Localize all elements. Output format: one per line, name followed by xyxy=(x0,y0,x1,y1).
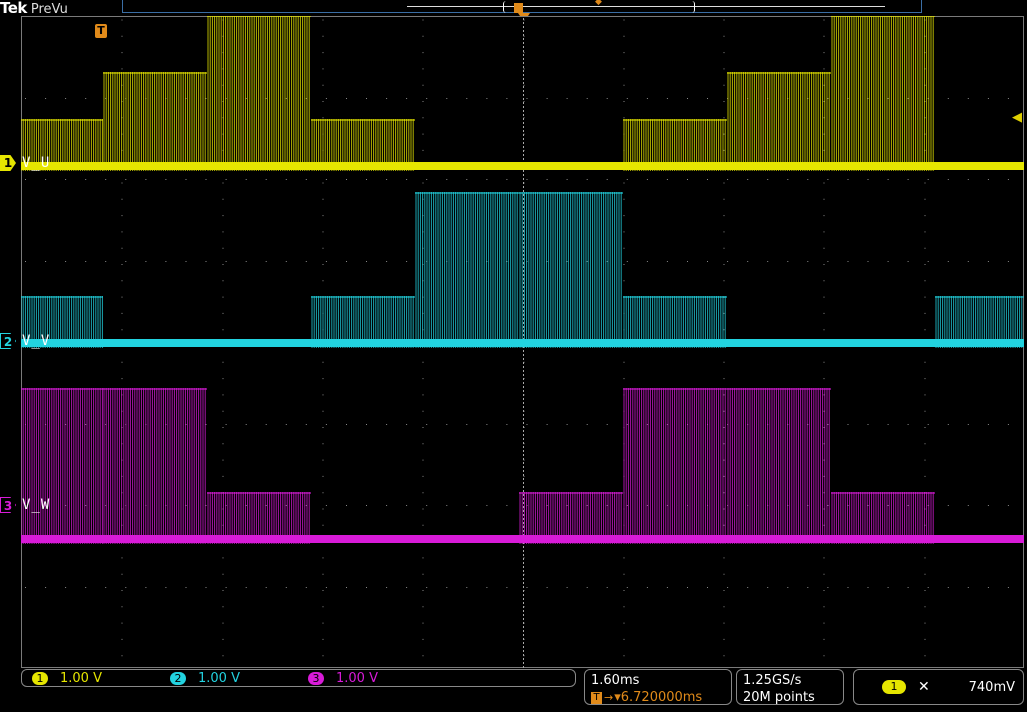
sample-rate: 1.25GS/s xyxy=(743,673,802,688)
segment-top xyxy=(103,72,207,74)
segment-top xyxy=(207,16,311,17)
trigger-offset-icon: T xyxy=(591,691,602,704)
record-view-bar[interactable]: ◆ xyxy=(122,0,922,13)
channel-readouts: 1 1.00 V 2 1.00 V 3 1.00 V xyxy=(21,669,576,687)
segment-top xyxy=(831,492,935,494)
channel-3-marker[interactable]: 3 V_W xyxy=(0,496,50,514)
record-center-marker: ◆ xyxy=(595,0,602,7)
trigger-source-badge: 1 xyxy=(882,680,906,694)
segment-top xyxy=(311,296,415,298)
trigger-readout[interactable]: 1 ✕ 740mV xyxy=(853,669,1024,705)
segment-top xyxy=(103,388,207,390)
segment-top xyxy=(21,388,103,390)
acquisition-readout[interactable]: 1.25GS/s 20M points xyxy=(736,669,844,705)
segment-top xyxy=(311,119,415,121)
channel-3-scale: 1.00 V xyxy=(336,670,378,686)
segment-top xyxy=(207,492,311,494)
baseline xyxy=(21,535,1024,543)
segment-top xyxy=(21,119,103,121)
horizontal-scale: 1.60ms xyxy=(591,673,640,688)
acquisition-mode: PreVu xyxy=(30,2,68,17)
segment-top xyxy=(623,296,727,298)
segment-top xyxy=(727,72,831,74)
channel-2-number: 2 xyxy=(0,333,16,349)
arrow-right-icon: → xyxy=(604,691,614,704)
segment-top xyxy=(415,192,519,194)
channel-1-label: V_U xyxy=(22,155,51,171)
record-trigger-marker xyxy=(514,3,523,13)
trigger-position-icon[interactable]: T xyxy=(95,24,107,38)
trigger-level-arrow-icon[interactable]: ◀ xyxy=(1012,110,1022,125)
segment-top xyxy=(727,388,831,390)
channel-2-scale: 1.00 V xyxy=(198,670,240,686)
channel-2-badge: 2 xyxy=(170,671,186,685)
bottom-readout-bar: 1 1.00 V 2 1.00 V 3 1.00 V 1.60ms T → ▾6.7… xyxy=(0,668,1027,712)
channel-2-marker[interactable]: 2 V_V xyxy=(0,332,50,350)
channel-1-number: 1 xyxy=(0,155,16,171)
segment-top xyxy=(21,296,103,298)
channel-1-badge: 1 xyxy=(32,671,48,685)
brand: Tek PreVu xyxy=(0,0,68,17)
baseline xyxy=(21,162,1024,170)
segment-top xyxy=(623,388,727,390)
horizontal-position: ▾6.720000ms xyxy=(614,690,703,705)
top-status-bar: Tek PreVu ◆ xyxy=(0,0,1027,22)
horizontal-position-row: T → ▾6.720000ms xyxy=(591,689,725,706)
trigger-slope-icon: ✕ xyxy=(918,678,930,695)
brand-logo: Tek xyxy=(0,0,27,17)
channel-3-badge: 3 xyxy=(308,671,324,685)
segment-top xyxy=(519,492,623,494)
baseline xyxy=(21,339,1024,347)
trigger-level: 740mV xyxy=(968,679,1015,695)
channel-3-readout[interactable]: 3 1.00 V xyxy=(308,670,378,686)
channel-1-marker[interactable]: 1 V_U xyxy=(0,154,50,172)
timebase-readout[interactable]: 1.60ms T → ▾6.720000ms xyxy=(584,669,732,705)
channel-3-number: 3 xyxy=(0,497,16,513)
channel-2-label: V_V xyxy=(22,333,51,349)
channel-1-readout[interactable]: 1 1.00 V xyxy=(32,670,102,686)
record-length: 20M points xyxy=(743,690,815,705)
channel-3-label: V_W xyxy=(22,497,51,513)
channel-2-readout[interactable]: 2 1.00 V xyxy=(170,670,240,686)
segment-top xyxy=(831,16,935,17)
segment-top xyxy=(623,119,727,121)
segment-top xyxy=(519,192,623,194)
segment-top xyxy=(935,296,1024,298)
channel-1-scale: 1.00 V xyxy=(60,670,102,686)
graticule xyxy=(21,16,1024,668)
